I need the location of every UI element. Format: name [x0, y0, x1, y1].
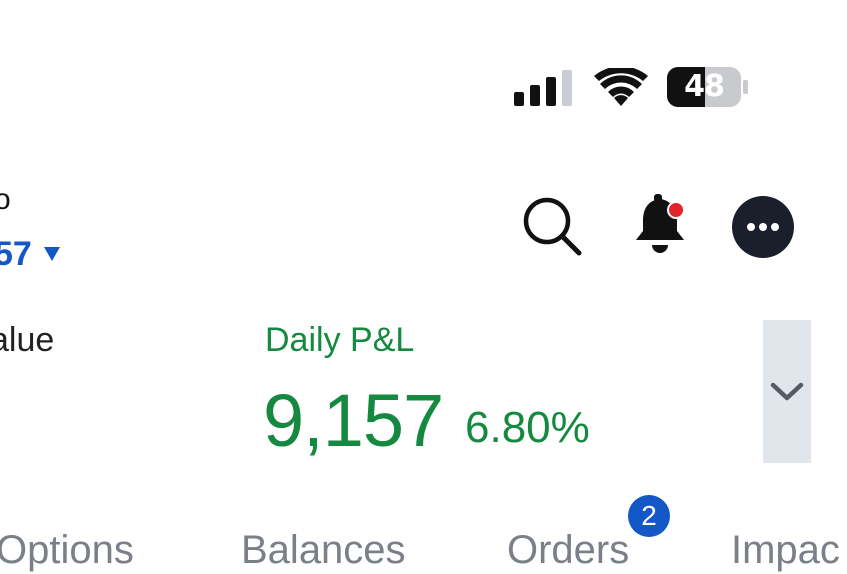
chevron-down-icon	[770, 382, 804, 400]
bell-icon[interactable]	[628, 193, 692, 257]
search-icon[interactable]	[521, 195, 585, 259]
expand-summary-button[interactable]	[763, 320, 811, 463]
daily-pnl-percent: 6.80%	[465, 403, 590, 452]
cellular-signal-icon	[514, 70, 572, 106]
more-icon	[747, 223, 779, 231]
orders-count-badge: 2	[628, 495, 670, 537]
caret-down-icon[interactable]	[43, 244, 61, 262]
battery-level: 48	[684, 69, 725, 104]
wifi-icon	[594, 68, 648, 106]
notification-dot	[669, 203, 683, 217]
daily-pnl-value: 9,157	[263, 379, 444, 462]
daily-pnl-label: Daily P&L	[265, 321, 415, 359]
more-button[interactable]	[732, 196, 794, 258]
net-value-label: alue	[0, 321, 55, 359]
battery-indicator: 48	[667, 67, 749, 107]
account-number[interactable]: 57	[0, 234, 32, 274]
account-label: o	[0, 183, 11, 216]
